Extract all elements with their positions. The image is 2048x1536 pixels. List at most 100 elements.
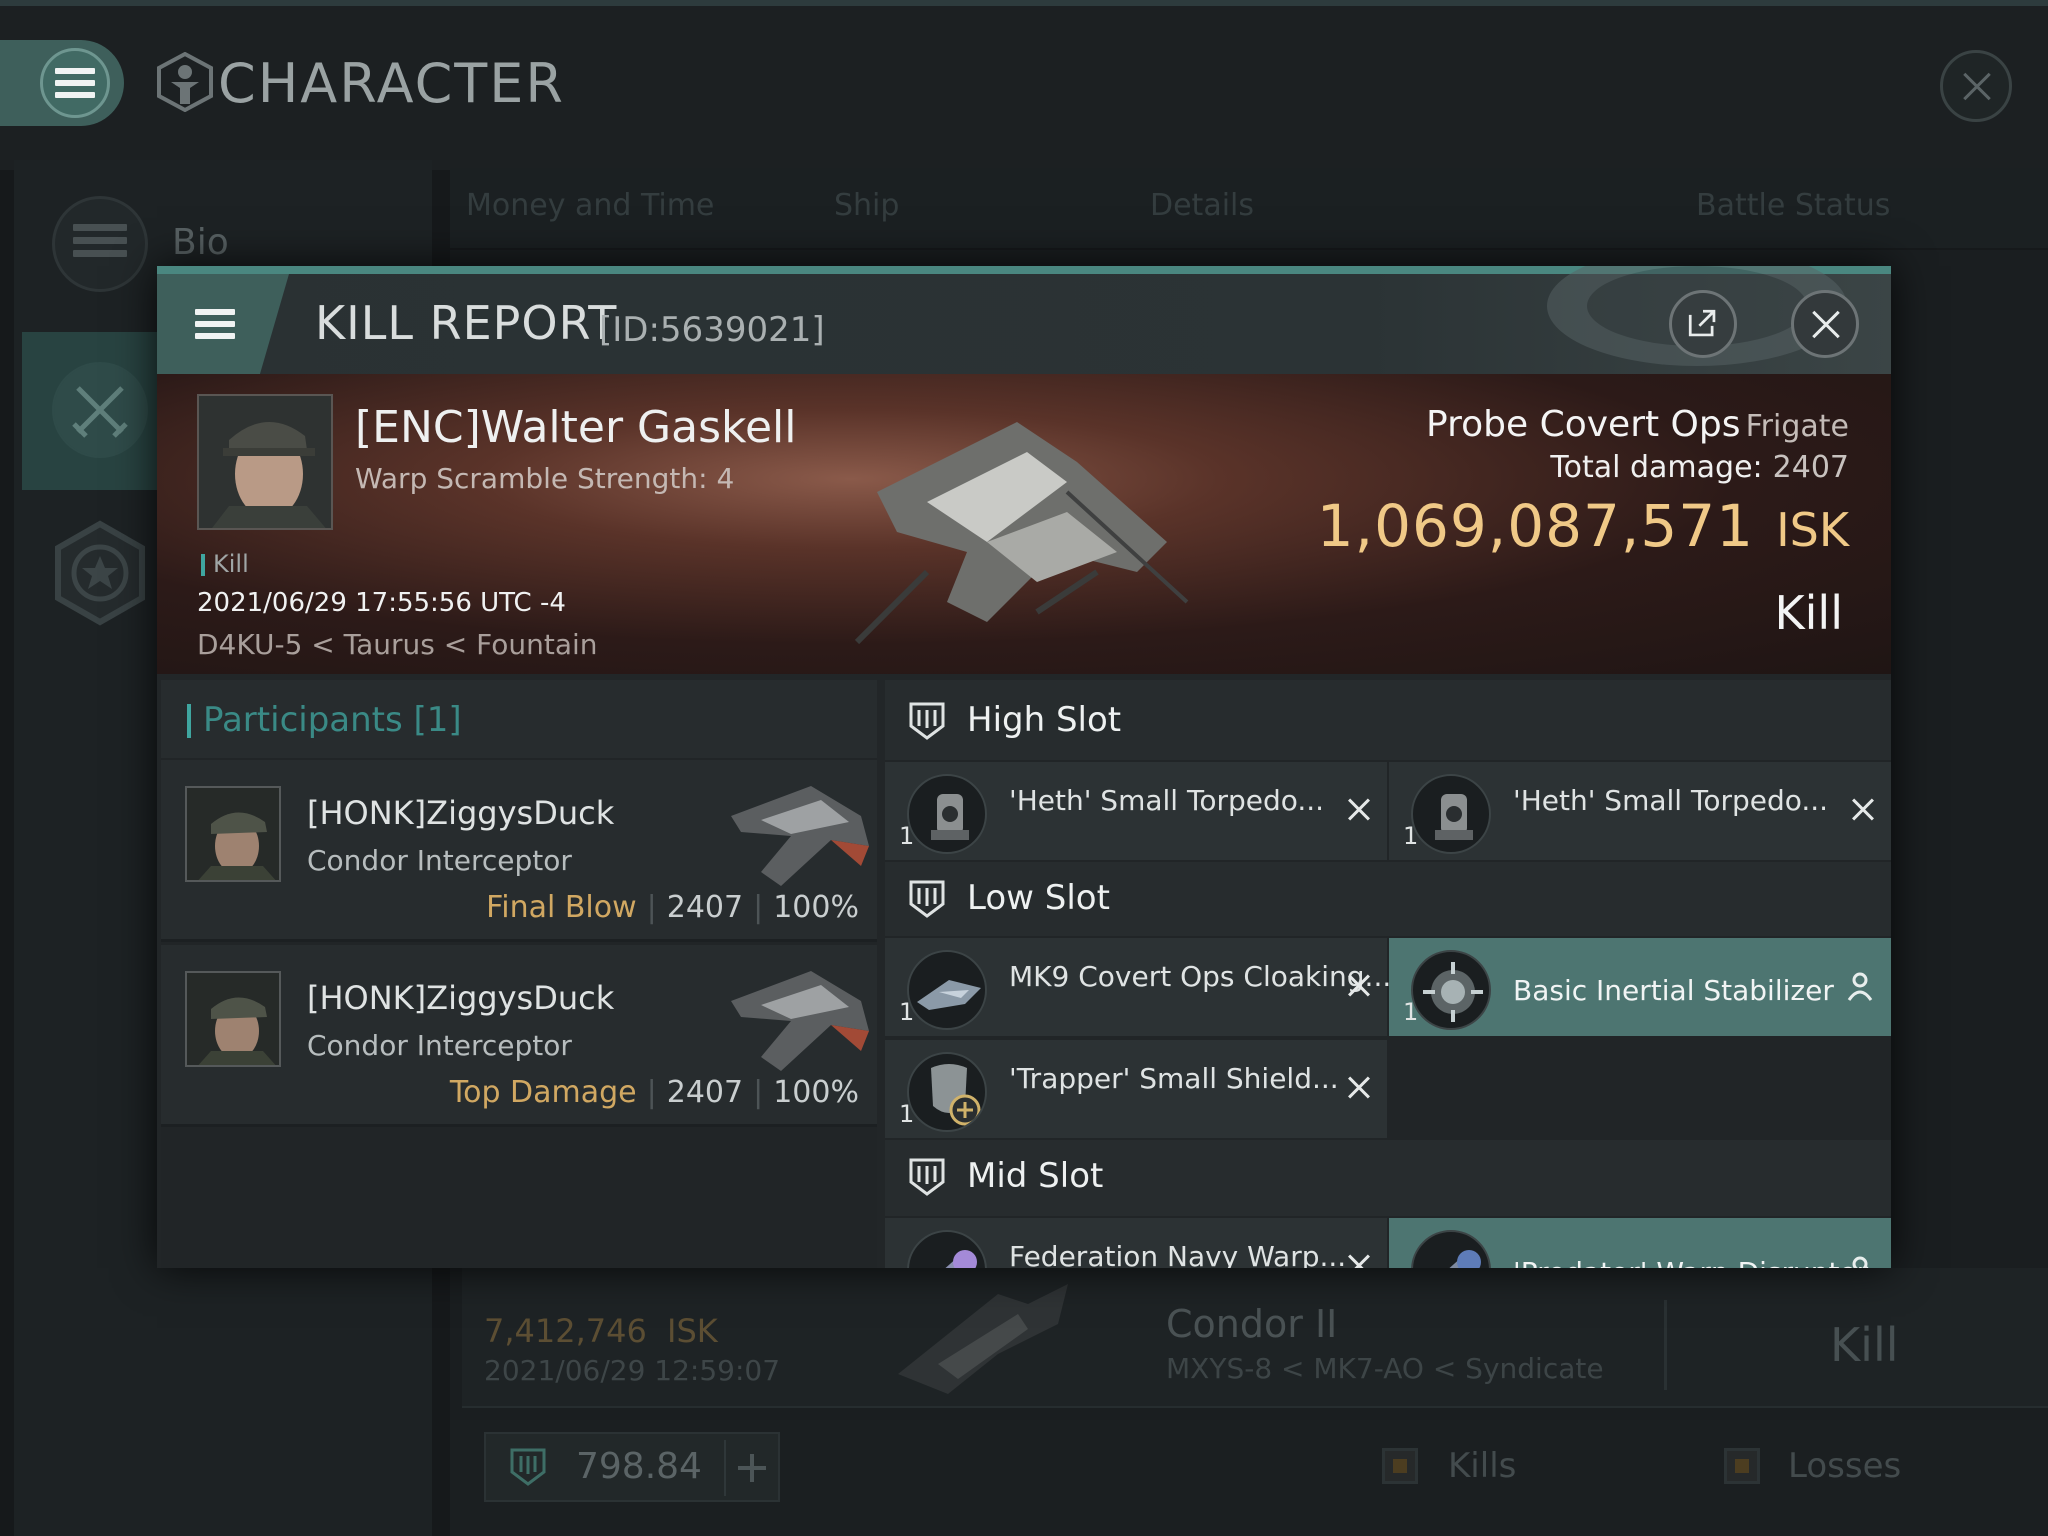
sidebar-item-bio-label: Bio xyxy=(172,222,229,263)
destroyed-icon xyxy=(1345,972,1373,1000)
module-quantity: 1 xyxy=(1403,998,1419,1026)
destroyed-icon xyxy=(1345,796,1373,824)
final-blow-label: Final Blow xyxy=(486,890,637,925)
dialog-title: KILL REPORT xyxy=(315,296,618,350)
main-menu-button[interactable] xyxy=(0,40,124,126)
participant-ship-image[interactable] xyxy=(721,961,871,1081)
victim-detail: Warp Scramble Strength: 4 xyxy=(355,462,735,495)
share-button[interactable] xyxy=(1669,290,1737,358)
participants-panel: Participants [1] [HONK]ZiggysDuck Condor… xyxy=(161,680,877,1268)
warp-scrambler-icon xyxy=(907,1230,987,1268)
low-slot-title: Low Slot xyxy=(967,878,1110,918)
row-type: Kill xyxy=(1830,1318,1899,1372)
page-title: CHARACTER xyxy=(218,52,565,115)
module-item[interactable]: 1 'Trapper' Small Shield... xyxy=(885,1040,1387,1138)
participant-damage: 2407 xyxy=(666,890,744,925)
destroyed-icon xyxy=(1345,1074,1373,1102)
add-plex-button[interactable] xyxy=(724,1440,774,1496)
module-quantity: 1 xyxy=(1403,822,1419,850)
tag-marker xyxy=(201,554,205,576)
module-name: 'Predator' Warp Disruptor xyxy=(1513,1256,1868,1268)
participant-row[interactable]: [HONK]ZiggysDuck Condor Interceptor Top … xyxy=(161,945,877,1127)
module-item[interactable]: 1 'Heth' Small Torpedo... xyxy=(1389,762,1891,860)
dropped-person-icon xyxy=(1852,1256,1868,1268)
mid-slot-title: Mid Slot xyxy=(967,1156,1104,1196)
medal-icon[interactable] xyxy=(52,520,148,626)
crossed-swords-icon xyxy=(52,362,148,458)
ship-type: Probe Covert Ops Frigate xyxy=(1426,404,1849,445)
external-link-icon xyxy=(1688,309,1716,337)
low-slot-header: Low Slot xyxy=(885,862,1891,936)
plex-value: 798.84 xyxy=(576,1446,702,1487)
slot-icon xyxy=(909,702,945,740)
high-slot-header: High Slot xyxy=(885,680,1891,760)
torpedo-launcher-icon xyxy=(907,774,987,854)
tab-ship[interactable]: Ship xyxy=(834,188,899,223)
header-marker xyxy=(187,704,191,738)
divider xyxy=(1664,1300,1667,1390)
character-icon xyxy=(157,52,213,112)
participant-name[interactable]: [HONK]ZiggysDuck xyxy=(307,979,614,1017)
plex-icon xyxy=(510,1448,546,1486)
close-dialog-button[interactable] xyxy=(1791,290,1859,358)
module-item[interactable]: 1 'Heth' Small Torpedo... xyxy=(885,762,1387,860)
participant-percent: 100% xyxy=(773,1075,859,1110)
high-slot-title: High Slot xyxy=(967,700,1122,740)
total-damage: Total damage: 2407 xyxy=(1550,450,1849,485)
participant-portrait[interactable] xyxy=(185,786,281,882)
destroyed-icon xyxy=(1849,796,1877,824)
hamburger-icon xyxy=(55,68,95,98)
result-label: Kill xyxy=(1774,586,1843,640)
kills-legend-checkbox[interactable] xyxy=(1382,1448,1418,1484)
isk-unit: ISK xyxy=(1776,503,1849,557)
module-name: Basic Inertial Stabilizer xyxy=(1513,974,1834,1007)
participant-portrait[interactable] xyxy=(185,971,281,1067)
victim-name[interactable]: [ENC]Walter Gaskell xyxy=(355,402,796,453)
participant-damage: 2407 xyxy=(666,1075,744,1110)
shield-extender-icon xyxy=(907,1052,987,1132)
top-damage-label: Top Damage xyxy=(449,1075,637,1110)
participant-ship-image[interactable] xyxy=(721,776,871,896)
isk-amount: 1,069,087,571 xyxy=(1316,492,1755,560)
module-item[interactable]: 1 MK9 Covert Ops Cloaking... xyxy=(885,938,1391,1036)
row-isk-value: 7,412,746 ISK xyxy=(484,1312,718,1350)
losses-legend-label: Losses xyxy=(1788,1446,1902,1486)
kill-id: [ID:5639021] xyxy=(599,310,825,350)
participant-stats: Final Blow | 2407 | 100% xyxy=(486,890,859,925)
participant-ship: Condor Interceptor xyxy=(307,844,572,877)
module-name: 'Heth' Small Torpedo... xyxy=(1513,784,1829,817)
torpedo-launcher-icon xyxy=(1411,774,1491,854)
module-quantity: 1 xyxy=(899,998,915,1026)
participant-name[interactable]: [HONK]ZiggysDuck xyxy=(307,794,614,832)
warp-disruptor-icon xyxy=(1411,1230,1491,1268)
total-damage-label: Total damage: xyxy=(1550,450,1763,485)
participant-row[interactable]: [HONK]ZiggysDuck Condor Interceptor Fina… xyxy=(161,760,877,942)
tab-money-and-time[interactable]: Money and Time xyxy=(466,188,714,223)
tab-battle-status[interactable]: Battle Status xyxy=(1696,188,1890,223)
victim-ship-image[interactable] xyxy=(837,402,1197,652)
slot-icon xyxy=(909,1158,945,1196)
kills-legend-label: Kills xyxy=(1448,1446,1517,1486)
ship-class: Frigate xyxy=(1745,409,1849,444)
tab-details[interactable]: Details xyxy=(1150,188,1254,223)
victim-portrait[interactable] xyxy=(197,394,333,530)
isk-value: 1,069,087,571 ISK xyxy=(1317,492,1849,560)
module-item[interactable]: 1 Basic Inertial Stabilizer xyxy=(1389,938,1891,1036)
module-item[interactable]: Federation Navy Warp... xyxy=(885,1218,1387,1268)
ship-name[interactable]: Probe Covert Ops xyxy=(1426,404,1740,445)
total-damage-value: 2407 xyxy=(1772,450,1849,485)
participants-title: Participants [1] xyxy=(203,700,462,740)
close-app-button[interactable] xyxy=(1940,50,2012,122)
kill-report-dialog: KILL REPORT [ID:5639021] [ENC]Walter Gas… xyxy=(157,266,1891,1268)
destroyed-icon xyxy=(1345,1252,1373,1268)
fitting-panel: High Slot 1 'Heth' Small Torpedo... 1 'H… xyxy=(885,680,1891,1268)
losses-legend-checkbox[interactable] xyxy=(1724,1448,1760,1484)
participant-stats: Top Damage | 2407 | 100% xyxy=(449,1075,859,1110)
module-item[interactable]: 'Predator' Warp Disruptor xyxy=(1389,1218,1891,1268)
participant-ship: Condor Interceptor xyxy=(307,1029,572,1062)
kill-location[interactable]: D4KU-5 < Taurus < Fountain xyxy=(197,628,598,661)
slot-icon xyxy=(909,880,945,918)
row-ship-name: Condor II xyxy=(1166,1302,1338,1346)
dropped-person-icon xyxy=(1847,972,1873,1001)
module-name: MK9 Covert Ops Cloaking... xyxy=(1009,960,1392,993)
